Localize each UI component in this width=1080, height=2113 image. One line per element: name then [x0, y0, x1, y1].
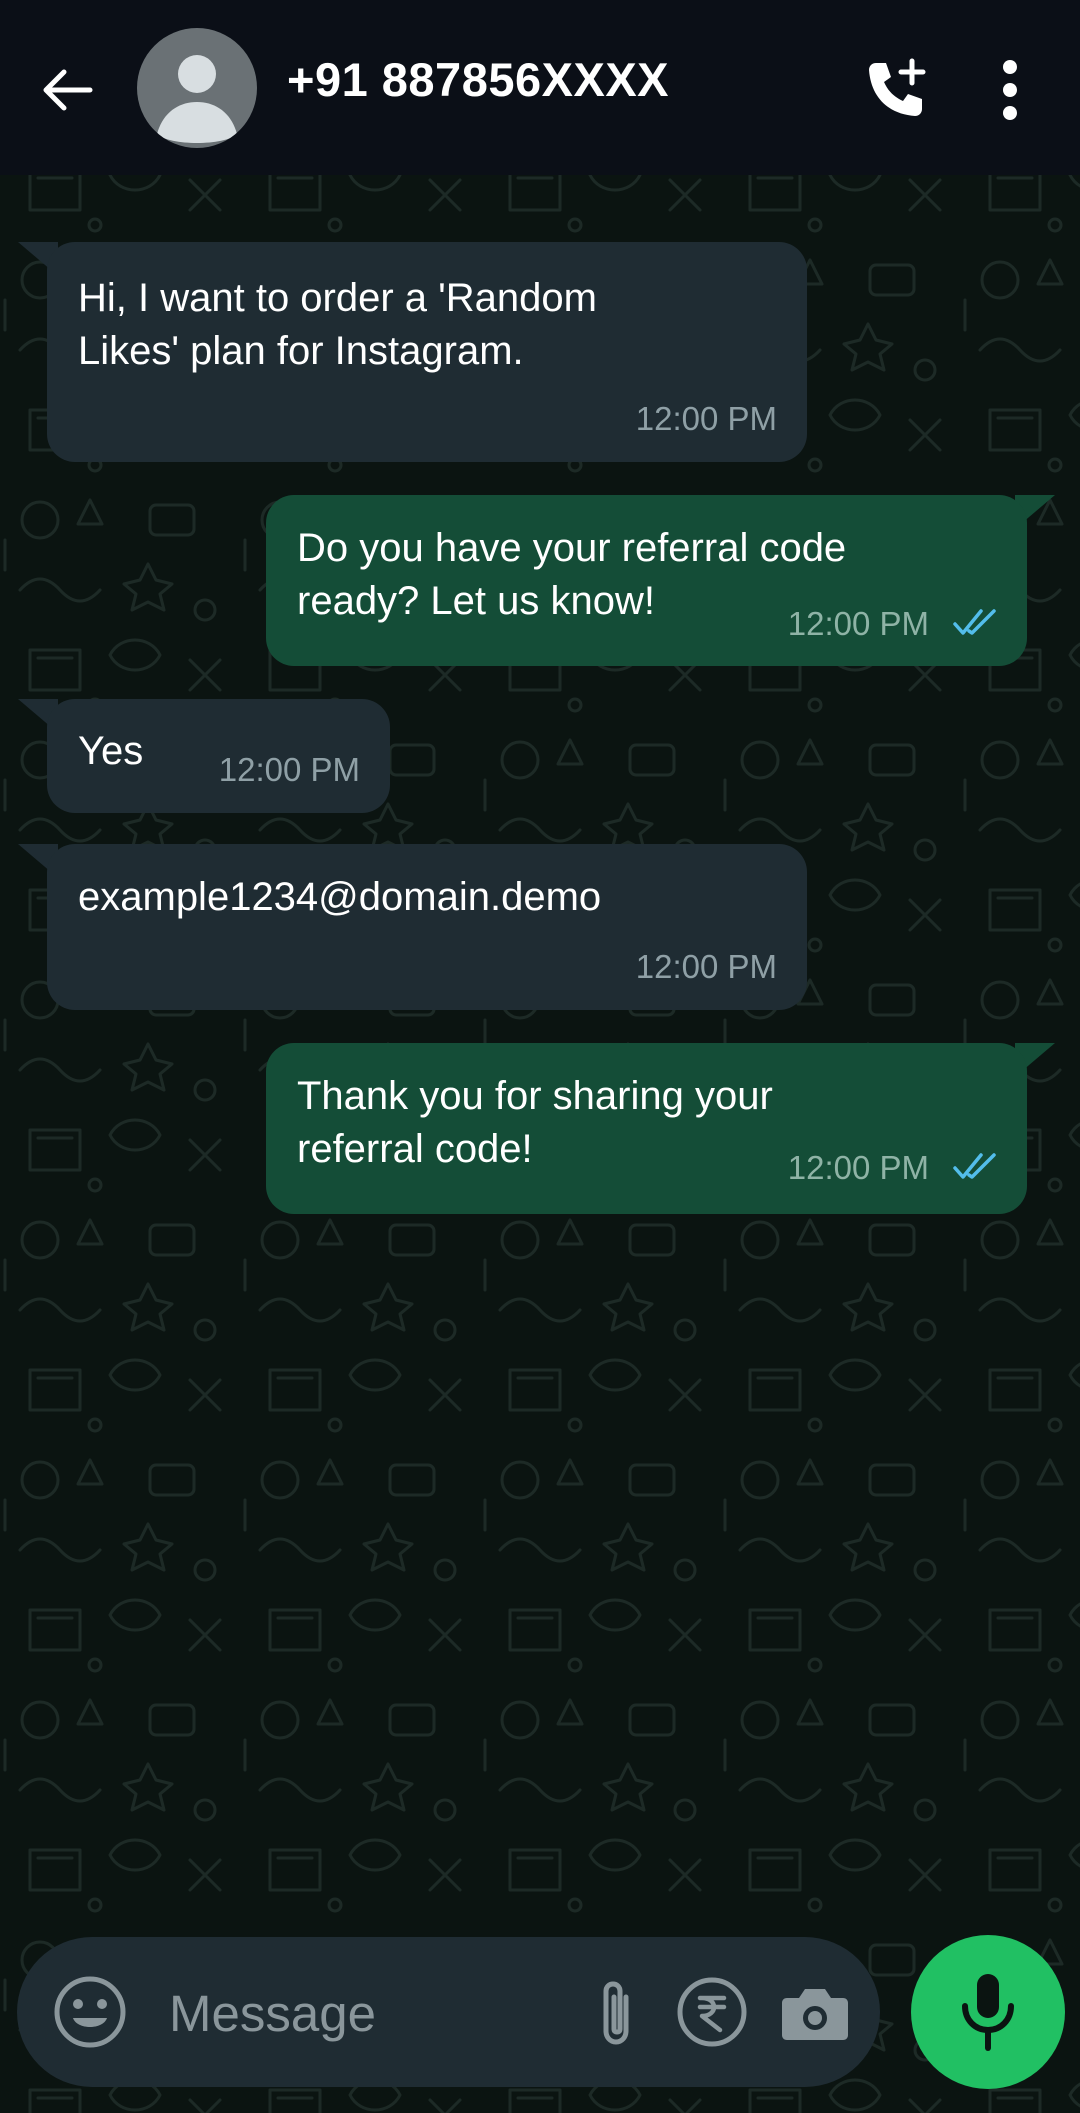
message-bubble-outgoing[interactable]: Do you have your referral code ready? Le… [266, 495, 1027, 666]
message-time: 12:00 PM [787, 605, 929, 642]
add-call-button[interactable] [855, 50, 935, 130]
camera-icon [782, 1989, 848, 2040]
message-bubble-incoming[interactable]: Hi, I want to order a 'Random Likes' pla… [47, 242, 807, 462]
message-time: 12:00 PM [787, 1149, 929, 1186]
contact-avatar[interactable] [137, 28, 257, 148]
paperclip-icon [603, 1981, 629, 2045]
chat-header: +91 887856XXXX [0, 0, 1080, 175]
message-time: 12:00 PM [635, 400, 777, 437]
message-text: example1234@domain.demo [78, 875, 602, 919]
attach-button[interactable] [582, 1975, 652, 2051]
message-bubble-incoming[interactable]: example1234@domain.demo 12:00 PM [47, 844, 807, 1010]
read-ticks-icon [953, 1153, 996, 1179]
message-bubble-incoming[interactable]: Yes 12:00 PM [47, 699, 390, 813]
message-text: Do you have your referral code [297, 526, 847, 570]
message-time: 12:00 PM [635, 948, 777, 985]
camera-button[interactable] [777, 1974, 853, 2050]
message-bubble-outgoing[interactable]: Thank you for sharing your referral code… [266, 1043, 1027, 1214]
message-text: Likes' plan for Instagram. [78, 329, 524, 373]
message-text: Thank you for sharing your [297, 1074, 773, 1118]
message-composer [17, 1937, 880, 2087]
message-text: Hi, I want to order a 'Random [78, 276, 597, 320]
message-time: 12:00 PM [218, 751, 360, 788]
message-text: referral code! [297, 1127, 533, 1171]
emoji-button[interactable] [51, 1973, 129, 2051]
more-options-button[interactable] [975, 50, 1045, 130]
emoji-icon [54, 1976, 126, 2048]
message-input[interactable] [167, 1977, 551, 2049]
contact-name[interactable]: +91 887856XXXX [287, 52, 669, 107]
add-call-icon [869, 58, 926, 116]
rupee-icon [677, 1977, 747, 2047]
voice-message-button[interactable] [911, 1935, 1065, 2089]
message-text: ready? Let us know! [297, 579, 655, 623]
microphone-icon [962, 1974, 1014, 2051]
read-ticks-icon [953, 609, 996, 635]
default-avatar-icon [157, 55, 237, 143]
arrow-left-icon [43, 69, 93, 111]
more-vertical-icon [1003, 60, 1017, 120]
back-button[interactable] [30, 48, 102, 132]
message-text: Yes [78, 729, 144, 773]
payment-button[interactable] [674, 1974, 750, 2050]
